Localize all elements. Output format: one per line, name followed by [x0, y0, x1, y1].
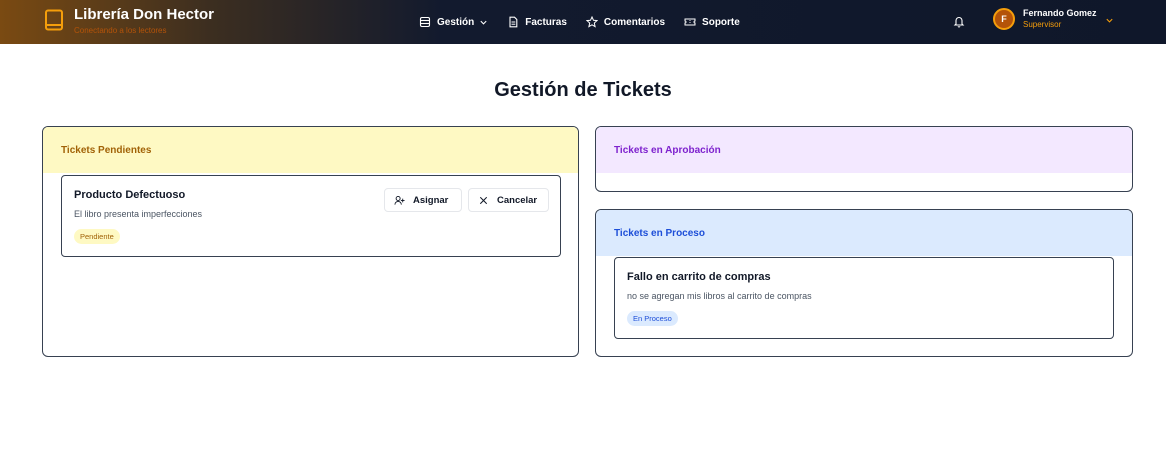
- ticket-card: Producto Defectuoso El libro presenta im…: [61, 175, 561, 257]
- nav-soporte-label: Soporte: [702, 16, 740, 28]
- status-badge: En Proceso: [627, 311, 678, 326]
- panel-pending-tickets: Tickets Pendientes Producto Defectuoso E…: [42, 126, 579, 357]
- chevron-down-icon: [480, 20, 487, 25]
- star-icon: [585, 16, 598, 28]
- panel-approval-title: Tickets en Aprobación: [596, 127, 1132, 173]
- top-navbar: Librería Don Hector Conectando a los lec…: [0, 0, 1166, 44]
- bell-icon[interactable]: [953, 15, 965, 28]
- ticket-card: Fallo en carrito de compras no se agrega…: [614, 257, 1114, 339]
- nav-comentarios[interactable]: Comentarios: [585, 16, 666, 28]
- panel-approval-tickets: Tickets en Aprobación: [595, 126, 1133, 192]
- panel-process-title: Tickets en Proceso: [596, 210, 1132, 256]
- assign-button-label: Asignar: [413, 194, 449, 206]
- assign-button[interactable]: Asignar: [384, 188, 462, 212]
- user-menu[interactable]: F Fernando Gomez Supervisor: [993, 7, 1114, 30]
- nav-soporte[interactable]: Soporte: [684, 16, 740, 28]
- cancel-button[interactable]: Cancelar: [468, 188, 549, 212]
- main-nav: Gestión Facturas Comentarios Soporte: [419, 0, 759, 44]
- ticket-description: no se agregan mis libros al carrito de c…: [627, 291, 812, 301]
- nav-comentarios-label: Comentarios: [603, 16, 666, 28]
- ticket-icon: [684, 18, 696, 26]
- cancel-button-label: Cancelar: [497, 194, 538, 206]
- brand[interactable]: Librería Don Hector Conectando a los lec…: [44, 6, 214, 37]
- ticket-title: Fallo en carrito de compras: [627, 271, 771, 283]
- file-text-icon: [509, 16, 518, 28]
- x-icon: [479, 196, 488, 204]
- user-plus-icon: [394, 195, 405, 205]
- chevron-down-icon: [1105, 18, 1113, 23]
- ticket-description: El libro presenta imperfecciones: [74, 209, 203, 219]
- panel-pending-title: Tickets Pendientes: [43, 127, 578, 173]
- user-name: Fernando Gomez: [1023, 8, 1097, 18]
- nav-facturas-label: Facturas: [525, 16, 567, 28]
- database-icon: [419, 16, 431, 28]
- brand-title: Librería Don Hector: [74, 6, 215, 23]
- avatar: F: [993, 7, 1015, 30]
- nav-facturas[interactable]: Facturas: [507, 16, 567, 28]
- nav-gestion[interactable]: Gestión: [419, 16, 488, 28]
- book-icon: [45, 9, 63, 31]
- user-role: Supervisor: [1023, 20, 1062, 29]
- nav-gestion-label: Gestión: [437, 16, 475, 28]
- panel-in-process-tickets: Tickets en Proceso Fallo en carrito de c…: [595, 209, 1133, 357]
- ticket-title: Producto Defectuoso: [74, 189, 186, 201]
- brand-tagline: Conectando a los lectores: [74, 26, 167, 35]
- page-title: Gestión de Tickets: [494, 79, 672, 101]
- status-badge: Pendiente: [74, 229, 120, 244]
